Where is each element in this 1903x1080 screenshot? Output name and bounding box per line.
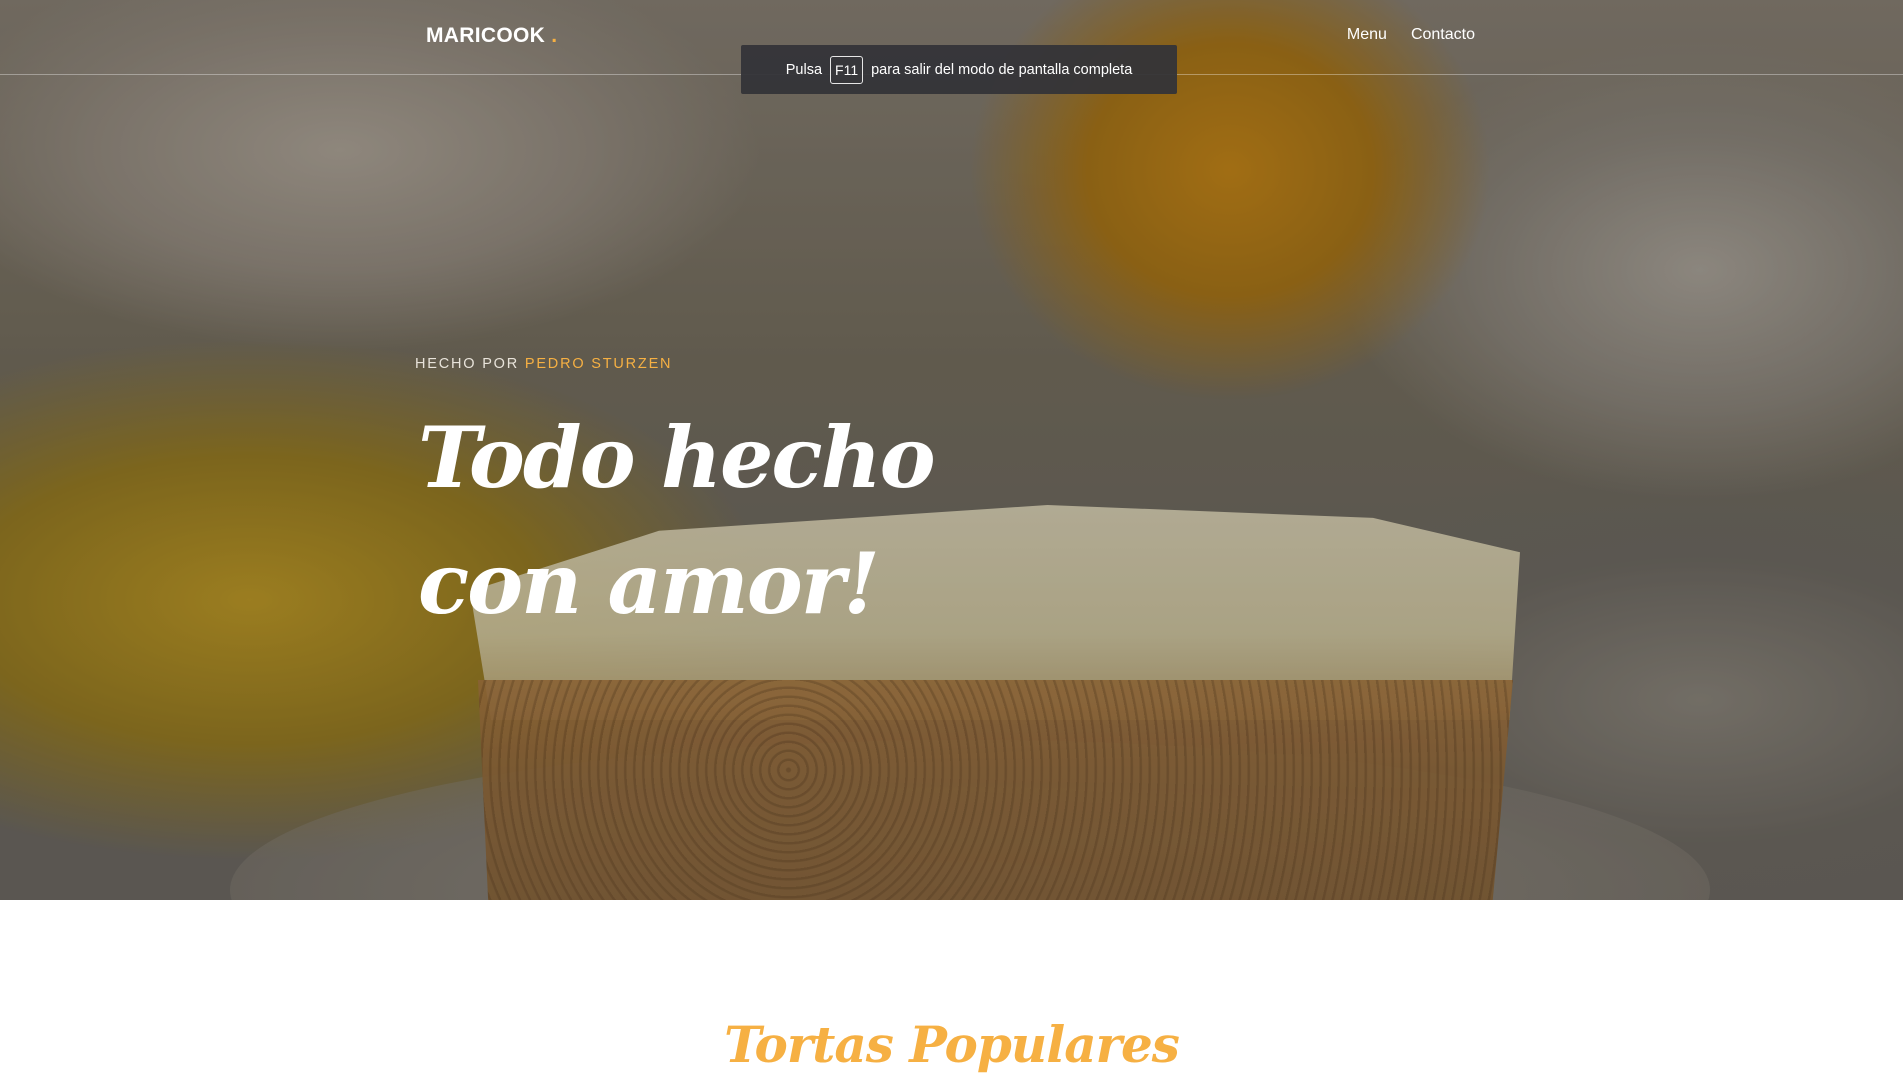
brand-dot: . — [551, 24, 558, 47]
hero-kicker-prefix: HECHO POR — [415, 356, 520, 372]
f11-key-badge: F11 — [830, 55, 864, 84]
nav-links: Menu Contacto — [1347, 26, 1475, 44]
hero-section: MARICOOK . Menu Contacto HECHO POR PEDRO… — [0, 0, 1903, 900]
hero-title: Todo hecho con amor! — [418, 408, 936, 633]
brand-logo[interactable]: MARICOOK . — [426, 24, 557, 48]
nav-link-menu[interactable]: Menu — [1347, 26, 1387, 44]
section-title-popular-cakes: Tortas Populares — [724, 1015, 1180, 1074]
brand-name: MARICOOK — [426, 24, 546, 47]
fullscreen-notice-prefix: Pulsa — [785, 61, 823, 78]
hero-author-link[interactable]: PEDRO STURZEN — [525, 356, 672, 372]
fullscreen-notice-suffix: para salir del modo de pantalla completa — [871, 61, 1133, 78]
hero-kicker: HECHO POR PEDRO STURZEN — [415, 356, 672, 372]
nav-link-contacto[interactable]: Contacto — [1411, 26, 1475, 44]
fullscreen-exit-notice: Pulsa F11 para salir del modo de pantall… — [741, 45, 1177, 94]
